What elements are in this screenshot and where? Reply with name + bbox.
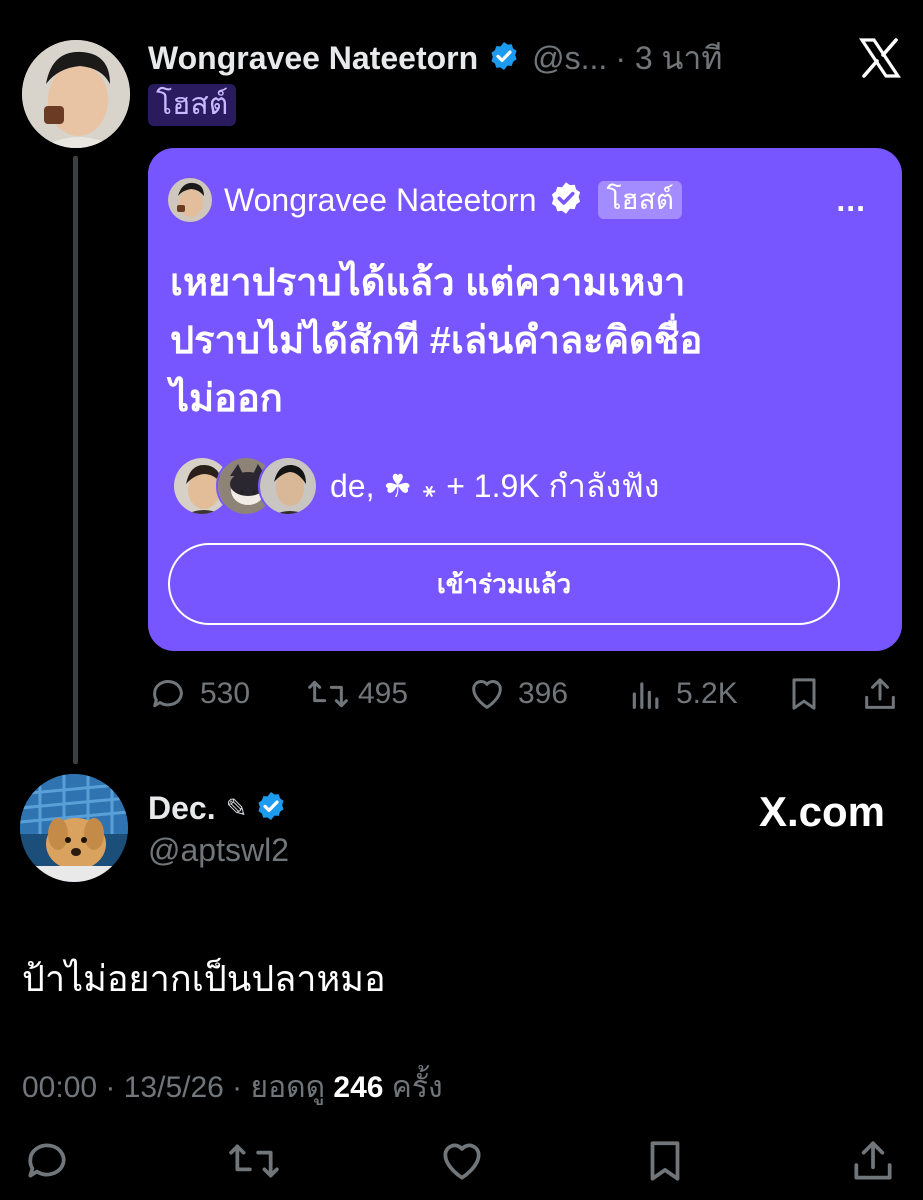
bookmark-icon (650, 1141, 680, 1181)
like-count: 396 (518, 677, 569, 710)
xcom-watermark: X.com (758, 788, 885, 835)
repost-action[interactable]: 495 (306, 668, 408, 720)
repost-icon (306, 674, 350, 714)
reply-author-name[interactable]: Dec. (148, 790, 216, 827)
reply-count: 530 (200, 677, 251, 710)
space-title-line: ไม่ออก (170, 378, 283, 420)
space-card[interactable]: Wongravee Nateetorn โฮสต์ ... เหยาปราบได… (148, 148, 902, 651)
close-x-logo-icon[interactable] (858, 38, 902, 78)
space-title-line: ปราบไม่ได้สักที #เล่นคำละคิดชื่อ (170, 320, 703, 362)
thread-line (73, 156, 78, 764)
post-header: Wongravee Nateetorn @s... · 3 นาที (148, 34, 722, 82)
listener-avatars (172, 454, 318, 518)
space-host-avatar (168, 178, 212, 222)
reply-author-avatar[interactable] (20, 774, 128, 882)
repost-count: 495 (358, 677, 409, 710)
listeners-row: de, ☘︎ ꘎ + 1.9K กำลังฟัง (172, 454, 659, 518)
heart-icon (466, 674, 508, 714)
post-actions: 530 495 396 5.2K (148, 668, 908, 720)
heart-icon (443, 1143, 481, 1180)
reply-meta-suffix: ครั้ง (383, 1071, 443, 1104)
bookmark-action[interactable] (784, 668, 824, 720)
bottom-reply-button[interactable] (22, 1136, 72, 1191)
bookmark-icon (784, 674, 824, 714)
space-host-row: Wongravee Nateetorn โฮสต์ (168, 178, 682, 222)
author-handle[interactable]: @s... (532, 40, 607, 77)
reply-name-row: Dec. ✎ (148, 786, 287, 830)
joined-button-label: เข้าร่วมแล้ว (436, 568, 572, 599)
bottom-bookmark-button[interactable] (640, 1136, 690, 1191)
verified-badge-icon (488, 40, 520, 77)
author-name[interactable]: Wongravee Nateetorn (148, 40, 478, 77)
space-title-line: เหยาปราบได้แล้ว แต่ความเหงา (170, 262, 686, 304)
host-badge: โฮสต์ (148, 84, 237, 126)
views-icon (626, 674, 666, 714)
bottom-share-button[interactable] (848, 1136, 898, 1191)
reply-actions (0, 1130, 923, 1194)
views-action[interactable]: 5.2K (626, 668, 738, 720)
reply-verified-icon (255, 790, 287, 827)
listeners-count: de, ☘︎ ꘎ + 1.9K กำลังฟัง (330, 467, 660, 504)
like-action[interactable]: 396 (466, 668, 568, 720)
reply-meta-time[interactable]: 00:00 · 13/5/26 · ยอดดู (22, 1071, 333, 1104)
space-host-badge: โฮสต์ (598, 181, 682, 219)
author-avatar[interactable] (22, 40, 130, 148)
reply-action[interactable]: 530 (148, 668, 250, 720)
reply-author-handle[interactable]: @aptswl2 (148, 832, 289, 869)
reply-meta-views: 246 (333, 1071, 384, 1104)
space-host-name: Wongravee Nateetorn (224, 181, 537, 218)
space-title: เหยาปราบได้แล้ว แต่ความเหงา ปราบไม่ได้สั… (170, 254, 870, 428)
joined-button[interactable]: เข้าร่วมแล้ว (168, 543, 840, 625)
repost-icon (229, 1144, 279, 1178)
post-time: · 3 นาที (615, 39, 723, 76)
bottom-like-button[interactable] (436, 1136, 488, 1191)
reply-author-emoji: ✎ (225, 792, 248, 823)
space-verified-icon (548, 180, 584, 221)
share-action[interactable] (860, 668, 900, 720)
reply-text: ป้าไม่อยากเป็นปลาหมอ (22, 958, 386, 999)
bottom-repost-button[interactable] (226, 1136, 282, 1191)
share-icon (854, 1141, 892, 1180)
reply-meta: 00:00 · 13/5/26 · ยอดดู 246 ครั้ง (22, 1064, 443, 1111)
listener-avatar (258, 456, 318, 516)
reply-icon (148, 674, 188, 714)
reply-icon (28, 1143, 66, 1178)
views-count: 5.2K (676, 677, 738, 710)
share-icon (860, 674, 900, 714)
space-more-button[interactable]: ... (836, 182, 866, 219)
